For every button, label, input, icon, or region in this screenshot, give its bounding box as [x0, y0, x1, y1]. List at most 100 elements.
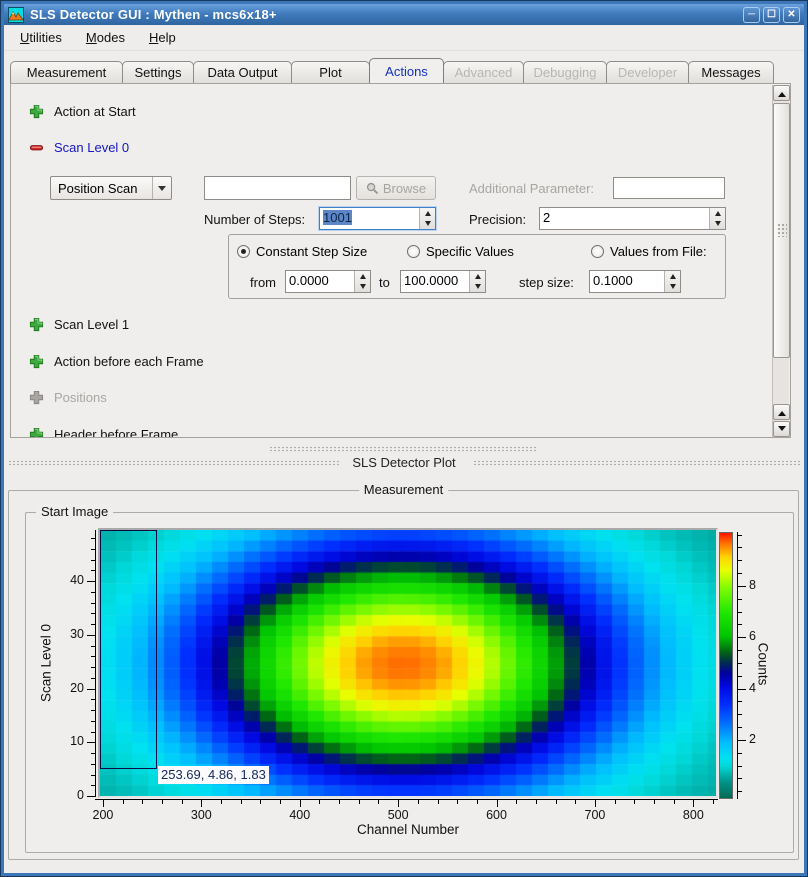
- tick-mark: [91, 570, 95, 571]
- scan-level-0-row[interactable]: Scan Level 0: [29, 140, 129, 155]
- scan-level-1-label: Scan Level 1: [54, 317, 129, 332]
- tick-mark: [738, 573, 742, 574]
- spin-down-icon[interactable]: [420, 219, 435, 230]
- spin-down-icon[interactable]: [665, 282, 680, 293]
- app-icon: [8, 7, 24, 23]
- tick-mark: [693, 800, 694, 807]
- y-axis-line: [95, 530, 96, 797]
- spin-down-icon[interactable]: [470, 282, 485, 293]
- maximize-button[interactable]: ☐: [763, 7, 780, 23]
- action-before-each-frame-row[interactable]: Action before each Frame: [29, 354, 204, 369]
- tick-mark: [398, 800, 399, 807]
- tick-mark: [615, 800, 616, 804]
- action-at-start-row[interactable]: Action at Start: [29, 104, 136, 119]
- tab-messages[interactable]: Messages: [688, 61, 774, 83]
- tick-mark: [738, 650, 742, 651]
- tick-mark: [123, 800, 124, 804]
- radio-icon[interactable]: [237, 245, 250, 258]
- minimize-button[interactable]: ─: [743, 7, 760, 23]
- tick-mark: [438, 800, 439, 804]
- tab-data-output[interactable]: Data Output: [193, 61, 292, 83]
- tick-mark: [260, 800, 261, 804]
- step-size-value: 0.1000: [590, 271, 664, 292]
- tick-mark: [497, 800, 498, 807]
- tick-mark: [738, 547, 742, 548]
- menu-bar: Utilities Modes Help: [4, 25, 804, 51]
- tick-mark: [674, 800, 675, 804]
- menu-help[interactable]: Help: [141, 27, 184, 48]
- cursor-position-tooltip: 253.69, 4.86, 1.83: [158, 766, 269, 784]
- spin-up-icon[interactable]: [710, 208, 725, 219]
- spin-up-icon[interactable]: [665, 271, 680, 282]
- x-axis-title: Channel Number: [357, 822, 459, 837]
- tick-mark: [595, 800, 596, 807]
- tick-mark: [91, 646, 95, 647]
- menu-utilities[interactable]: Utilities: [12, 27, 70, 48]
- close-button[interactable]: ✕: [783, 7, 800, 23]
- tick-label: 2: [749, 732, 767, 747]
- from-label: from: [250, 275, 276, 290]
- radio-icon[interactable]: [591, 245, 604, 258]
- vertical-scrollbar[interactable]: [772, 85, 789, 438]
- specific-values-radio[interactable]: Specific Values: [407, 244, 514, 259]
- spin-up-icon[interactable]: [355, 271, 370, 282]
- tick-label: 10: [56, 734, 84, 749]
- action-at-start-label: Action at Start: [54, 104, 136, 119]
- colorbar: [719, 532, 733, 799]
- spin-up-icon[interactable]: [420, 208, 435, 219]
- tick-mark: [738, 676, 742, 677]
- tick-mark: [91, 603, 95, 604]
- scrollbar-up-button[interactable]: [773, 85, 790, 101]
- menu-modes[interactable]: Modes: [78, 27, 133, 48]
- heatmap-canvas[interactable]: [100, 530, 716, 796]
- tick-mark: [319, 800, 320, 804]
- splitter-handle[interactable]: [269, 446, 537, 453]
- tick-mark: [738, 714, 742, 715]
- plus-icon: [29, 354, 44, 369]
- tab-actions[interactable]: Actions: [369, 58, 444, 83]
- from-spinbox[interactable]: 0.0000: [285, 270, 371, 293]
- number-of-steps-spinbox[interactable]: 1001: [319, 207, 436, 230]
- tick-mark: [91, 538, 95, 539]
- tab-measurement[interactable]: Measurement: [10, 61, 123, 83]
- to-spinbox[interactable]: 100.0000: [400, 270, 486, 293]
- spin-up-icon[interactable]: [470, 271, 485, 282]
- tick-mark: [87, 796, 95, 797]
- tick-label: 400: [282, 808, 318, 823]
- scan-script-input[interactable]: [204, 176, 351, 200]
- radio-icon[interactable]: [407, 245, 420, 258]
- plot-canvas-frame: [98, 528, 718, 798]
- values-from-file-radio[interactable]: Values from File:: [591, 244, 707, 259]
- chevron-down-icon: [158, 186, 166, 195]
- tick-mark: [575, 800, 576, 804]
- spin-down-icon[interactable]: [355, 282, 370, 293]
- scan-mode-value: Position Scan: [51, 181, 152, 196]
- tick-mark: [418, 800, 419, 804]
- tick-mark: [477, 800, 478, 804]
- scrollbar-thumb[interactable]: [773, 103, 790, 358]
- tick-mark: [87, 635, 95, 636]
- spin-down-icon[interactable]: [710, 219, 725, 230]
- tick-mark: [738, 689, 746, 690]
- tab-plot[interactable]: Plot: [291, 61, 370, 83]
- scan-level-1-row[interactable]: Scan Level 1: [29, 317, 129, 332]
- tab-settings[interactable]: Settings: [122, 61, 194, 83]
- zoom-selection-rect[interactable]: [100, 530, 157, 769]
- tick-mark: [91, 656, 95, 657]
- header-before-frame-row[interactable]: Header before Frame: [29, 427, 178, 438]
- title-bar[interactable]: SLS Detector GUI : Mythen - mcs6x18+ ─ ☐…: [4, 4, 804, 25]
- scrollbar-up-button-2[interactable]: [773, 404, 790, 420]
- scan-mode-select[interactable]: Position Scan: [50, 176, 172, 200]
- precision-spinbox[interactable]: 2: [539, 207, 726, 230]
- tick-mark: [91, 775, 95, 776]
- tick-mark: [91, 710, 95, 711]
- combo-arrow-button[interactable]: [152, 177, 171, 199]
- constant-step-size-radio[interactable]: Constant Step Size: [237, 244, 367, 259]
- tick-mark: [91, 560, 95, 561]
- tick-mark: [738, 753, 742, 754]
- tick-mark: [738, 624, 742, 625]
- scrollbar-down-button[interactable]: [773, 421, 790, 437]
- additional-parameter-input[interactable]: [613, 177, 725, 199]
- tick-label: 40: [56, 573, 84, 588]
- step-size-spinbox[interactable]: 0.1000: [589, 270, 681, 293]
